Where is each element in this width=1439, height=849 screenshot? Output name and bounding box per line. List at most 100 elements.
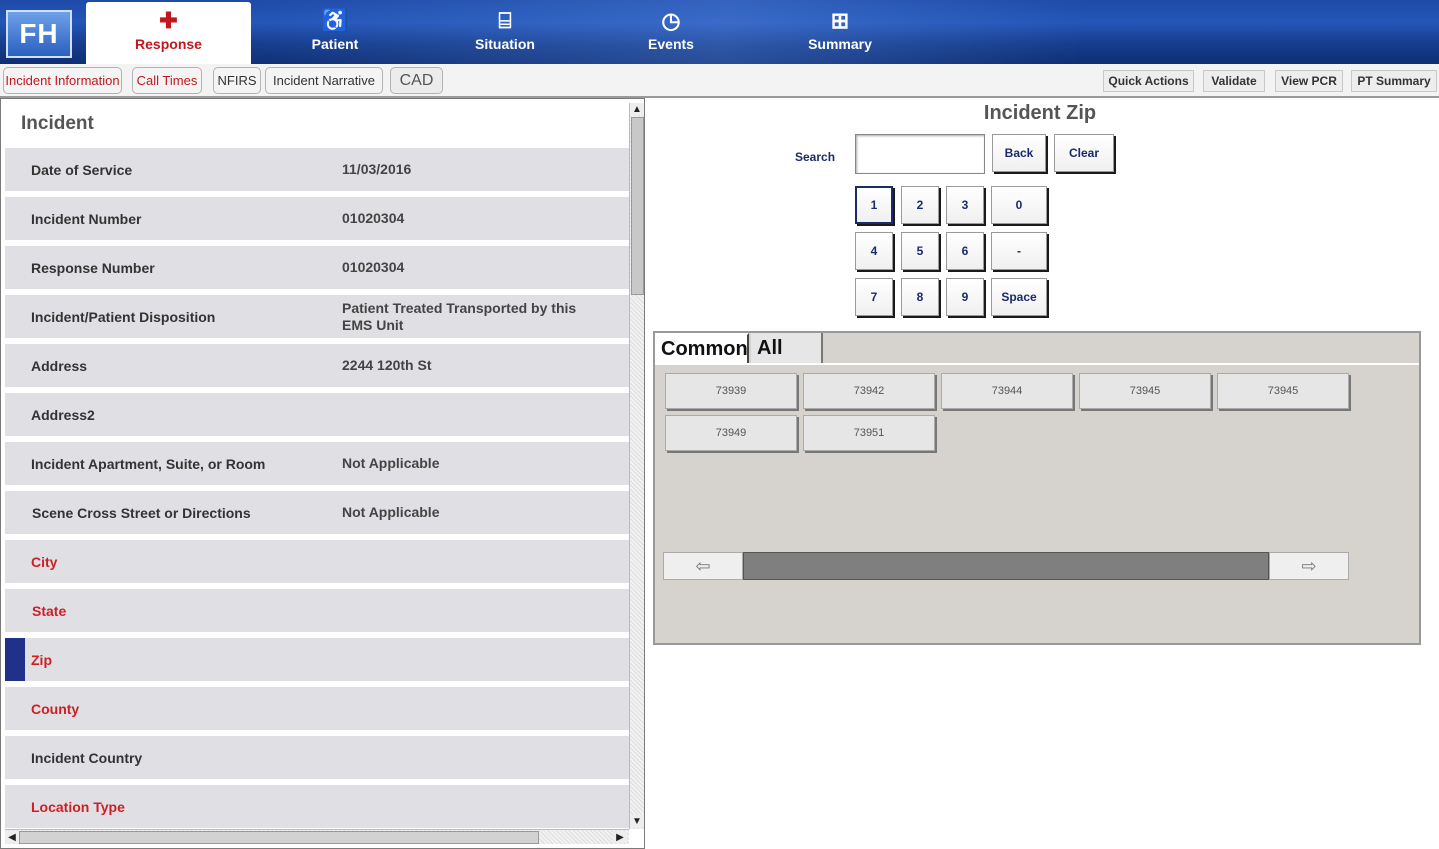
- key-4[interactable]: 4: [855, 232, 893, 270]
- key-2[interactable]: 2: [901, 186, 939, 224]
- field-label: Incident Apartment, Suite, or Room: [31, 455, 266, 472]
- zip-list-body: 73939 73942 73944 73945 73945 73949 7395…: [655, 363, 1419, 643]
- field-label: Incident Number: [31, 210, 142, 227]
- incident-form-panel: Incident Date of Service 11/03/2016 Inci…: [0, 98, 645, 849]
- sub-tab-bar: Incident Information Call Times NFIRS In…: [0, 64, 1439, 98]
- horizontal-scroll-thumb[interactable]: [19, 831, 539, 844]
- row-response-number[interactable]: Response Number 01020304: [5, 246, 629, 289]
- vertical-scrollbar[interactable]: ▲ ▼: [629, 103, 644, 829]
- key-space[interactable]: Space: [991, 278, 1047, 316]
- nav-tab-label: Patient: [311, 36, 359, 52]
- field-label: City: [31, 553, 58, 570]
- nav-tab-label: Events: [648, 36, 694, 52]
- row-zip[interactable]: Zip: [5, 638, 629, 681]
- key-dash[interactable]: -: [991, 232, 1047, 270]
- vertical-scroll-thumb[interactable]: [631, 117, 644, 295]
- row-incident-number[interactable]: Incident Number 01020304: [5, 197, 629, 240]
- row-city[interactable]: City: [5, 540, 629, 583]
- pt-summary-button[interactable]: PT Summary: [1351, 70, 1437, 92]
- clock-icon: ◷: [661, 8, 681, 33]
- scroll-right-icon[interactable]: ▶: [613, 831, 627, 843]
- row-address2[interactable]: Address2: [5, 393, 629, 436]
- view-pcr-button[interactable]: View PCR: [1275, 70, 1343, 92]
- tab-all[interactable]: All: [751, 333, 823, 363]
- nav-tab-label: Response: [135, 36, 202, 52]
- zip-option[interactable]: 73951: [803, 415, 935, 451]
- tab-incident-information[interactable]: Incident Information: [3, 67, 122, 94]
- clear-button[interactable]: Clear: [1054, 134, 1114, 172]
- zip-option[interactable]: 73945: [1217, 373, 1349, 409]
- row-location-type[interactable]: Location Type: [5, 785, 629, 828]
- key-0[interactable]: 0: [991, 186, 1047, 224]
- key-6[interactable]: 6: [946, 232, 984, 270]
- nav-tab-situation[interactable]: ⌸ Situation: [455, 0, 555, 64]
- key-7[interactable]: 7: [855, 278, 893, 316]
- field-value: 01020304: [342, 259, 405, 275]
- tab-incident-narrative[interactable]: Incident Narrative: [265, 67, 383, 94]
- nav-tab-label: Situation: [475, 36, 535, 52]
- arrow-right-icon: ⇨: [1301, 555, 1317, 576]
- scroll-left-icon[interactable]: ◀: [5, 831, 19, 843]
- scroll-up-icon[interactable]: ▲: [630, 103, 644, 115]
- validate-button[interactable]: Validate: [1203, 70, 1265, 92]
- arrow-left-icon: ⇦: [695, 555, 711, 576]
- key-9[interactable]: 9: [946, 278, 984, 316]
- key-5[interactable]: 5: [901, 232, 939, 270]
- nav-tab-patient[interactable]: ♿ Patient: [290, 0, 380, 64]
- selected-row-indicator: [5, 638, 25, 681]
- row-incident-country[interactable]: Incident Country: [5, 736, 629, 779]
- zip-option[interactable]: 73942: [803, 373, 935, 409]
- field-label: Address: [31, 357, 88, 374]
- field-value: [342, 393, 592, 436]
- field-label: Address2: [31, 406, 95, 423]
- field-value: [342, 589, 592, 632]
- row-county[interactable]: County: [5, 687, 629, 730]
- field-value: [342, 736, 592, 779]
- quick-actions-button[interactable]: Quick Actions: [1103, 70, 1194, 92]
- field-value: [342, 687, 592, 730]
- row-address[interactable]: Address 2244 120th St: [5, 344, 629, 387]
- row-date-of-service[interactable]: Date of Service 11/03/2016: [5, 148, 629, 191]
- panel-title: Incident Zip: [983, 102, 1097, 124]
- zip-option[interactable]: 73945: [1079, 373, 1211, 409]
- page-scroll-track[interactable]: [743, 552, 1269, 580]
- field-value: 2244 120th St: [342, 357, 432, 373]
- row-disposition[interactable]: Incident/Patient Disposition Patient Tre…: [5, 295, 629, 338]
- next-page-button[interactable]: ⇨: [1269, 552, 1349, 580]
- tab-call-times[interactable]: Call Times: [132, 67, 202, 94]
- nav-tab-events[interactable]: ◷ Events: [630, 0, 712, 64]
- zip-option[interactable]: 73949: [665, 415, 797, 451]
- hospital-icon: ⊞: [830, 8, 850, 33]
- prev-page-button[interactable]: ⇦: [663, 552, 743, 580]
- field-value: Not Applicable: [342, 455, 440, 471]
- tab-cad[interactable]: CAD: [390, 67, 443, 94]
- key-8[interactable]: 8: [901, 278, 939, 316]
- nav-tab-response[interactable]: ✚ Response: [86, 2, 251, 64]
- field-value: [342, 638, 592, 681]
- field-value: Not Applicable: [342, 504, 440, 520]
- zip-option[interactable]: 73944: [941, 373, 1073, 409]
- row-cross-street[interactable]: Scene Cross Street or Directions Not App…: [5, 491, 629, 534]
- key-1[interactable]: 1: [855, 186, 893, 224]
- patient-icon: ♿: [321, 8, 349, 33]
- search-input[interactable]: [855, 134, 985, 174]
- tab-nfirs[interactable]: NFIRS: [213, 67, 261, 94]
- app-logo: FH: [6, 10, 72, 58]
- field-label: County: [31, 700, 80, 717]
- row-apartment[interactable]: Incident Apartment, Suite, or Room Not A…: [5, 442, 629, 485]
- field-value: 01020304: [342, 210, 405, 226]
- horizontal-scrollbar[interactable]: ◀ ▶: [5, 829, 629, 844]
- field-value: [342, 785, 592, 828]
- ambulance-icon: ✚: [159, 8, 178, 33]
- tab-common[interactable]: Common: [655, 333, 749, 363]
- zip-option[interactable]: 73939: [665, 373, 797, 409]
- nav-tab-summary[interactable]: ⊞ Summary: [790, 0, 890, 64]
- scroll-down-icon[interactable]: ▼: [630, 815, 644, 827]
- back-button[interactable]: Back: [992, 134, 1046, 172]
- zip-picker-panel: Incident Zip Search Back Clear 1 2 3 0 4…: [645, 98, 1439, 849]
- row-state[interactable]: State: [5, 589, 629, 632]
- section-title: Incident: [21, 113, 94, 134]
- key-3[interactable]: 3: [946, 186, 984, 224]
- field-label: Date of Service: [31, 161, 133, 178]
- field-label: Incident Country: [31, 749, 143, 766]
